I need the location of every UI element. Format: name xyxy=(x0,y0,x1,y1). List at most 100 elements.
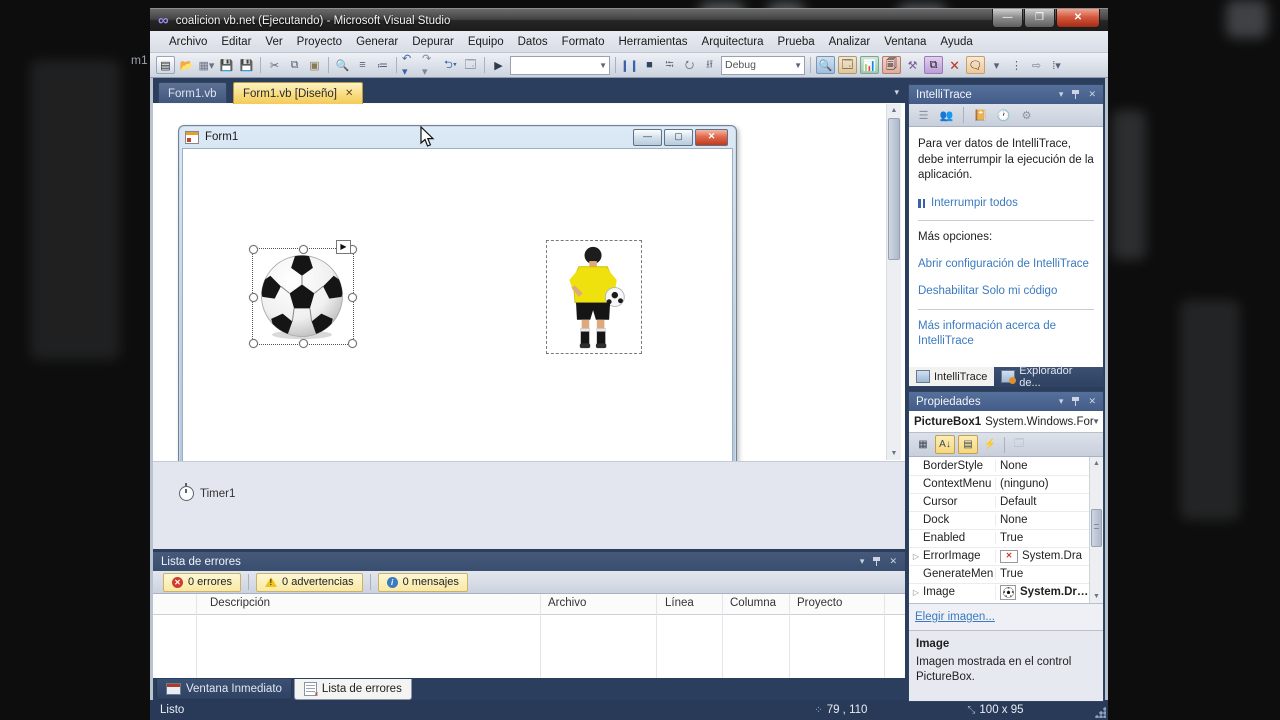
scrollbar-thumb[interactable] xyxy=(888,118,900,260)
scroll-down-icon[interactable]: ▼ xyxy=(1090,590,1103,603)
clock-icon[interactable]: 🕐 xyxy=(995,107,1012,123)
navigate-back-icon[interactable]: ⮌▾ xyxy=(442,57,459,73)
minimize-button[interactable]: — xyxy=(992,9,1023,28)
close-tab-icon[interactable]: ✕ xyxy=(345,88,353,99)
property-row-borderstyle[interactable]: BorderStyle None xyxy=(909,457,1103,476)
timer1-component[interactable]: Timer1 xyxy=(179,483,235,501)
debug-target-combo[interactable]: Debug ▼ xyxy=(721,55,805,75)
object-selector-combo[interactable]: PictureBox1 System.Windows.For ▼ xyxy=(909,411,1103,433)
property-row-contextmenu[interactable]: ContextMenu (ninguno) xyxy=(909,475,1103,494)
menu-ventana[interactable]: Ventana xyxy=(877,33,933,51)
menu-proyecto[interactable]: Proyecto xyxy=(290,33,349,51)
undo-icon[interactable]: ↶ ▾ xyxy=(402,53,419,78)
resize-handle-n[interactable] xyxy=(299,245,308,254)
step-over-icon[interactable]: ⭮ xyxy=(681,57,698,73)
save-all-icon[interactable]: 💾 xyxy=(238,57,255,73)
tab-form1-vb-diseno[interactable]: Form1.vb [Diseño] ✕ xyxy=(233,82,364,104)
choose-image-link[interactable]: Elegir imagen... xyxy=(915,611,995,623)
panel-close-icon[interactable]: ✕ xyxy=(1088,89,1096,100)
format-arrow-icon[interactable]: ⇨ xyxy=(1028,57,1045,73)
save-icon[interactable]: 💾 xyxy=(218,57,235,73)
form1-titlebar[interactable]: Form1 — ▢ ✕ xyxy=(179,126,736,148)
new-project-icon[interactable]: ▤ xyxy=(156,56,175,74)
column-descripcion[interactable]: Descripción xyxy=(210,597,270,609)
error-list-icon[interactable]: 🗙 xyxy=(946,57,963,73)
toolbox-icon[interactable]: 🗐 xyxy=(882,56,901,74)
error-list-grid[interactable]: Descripción Archivo Línea Columna Proyec… xyxy=(153,594,905,678)
step-into-icon[interactable]: ⭾ xyxy=(661,57,678,73)
close-button[interactable]: ✕ xyxy=(1056,9,1100,28)
object-browser-icon[interactable]: 📊 xyxy=(860,56,879,74)
expand-icon[interactable]: ▷ xyxy=(909,552,923,561)
scroll-up-icon[interactable]: ▲ xyxy=(887,104,901,117)
events-icon[interactable]: ⚡ xyxy=(981,436,999,453)
column-archivo[interactable]: Archivo xyxy=(548,597,586,609)
solution-explorer-icon[interactable]: ⧉ xyxy=(924,56,943,74)
panel-menu-chevron-icon[interactable]: ▾ xyxy=(1059,89,1064,100)
expand-icon[interactable]: ▷ xyxy=(909,588,923,597)
menu-formato[interactable]: Formato xyxy=(555,33,612,51)
maximize-button[interactable]: ❐ xyxy=(1024,9,1055,28)
property-row-image[interactable]: ▷ Image System.Dr… xyxy=(909,583,1103,601)
component-tray[interactable]: Timer1 xyxy=(153,461,905,549)
resize-handle-s[interactable] xyxy=(299,339,308,348)
browse-icon[interactable]: 🗔 xyxy=(462,57,479,73)
property-row-errorimage[interactable]: ▷ ErrorImage ✕ System.Dra xyxy=(909,547,1103,566)
more-info-link[interactable]: Más información acerca de IntelliTrace xyxy=(918,320,1056,348)
open-file-icon[interactable]: 📂 xyxy=(178,57,195,73)
disable-just-my-code-link[interactable]: Deshabilitar Solo mi código xyxy=(918,285,1057,297)
immediate-window-icon[interactable]: 🗨 xyxy=(966,56,985,74)
properties-window-icon[interactable]: 🗔 xyxy=(838,56,857,74)
property-row-cursor[interactable]: Cursor Default xyxy=(909,493,1103,512)
open-intellitrace-settings-link[interactable]: Abrir configuración de IntelliTrace xyxy=(918,258,1089,270)
tab-lista-de-errores[interactable]: Lista de errores xyxy=(293,679,412,700)
tab-ventana-inmediato[interactable]: Ventana Inmediato xyxy=(156,679,292,700)
pin-icon[interactable] xyxy=(1072,397,1080,406)
tab-explorador-de-soluciones[interactable]: Explorador de... xyxy=(994,365,1103,389)
properties-titlebar[interactable]: Propiedades ▾ ✕ xyxy=(909,392,1103,411)
resize-handle-sw[interactable] xyxy=(249,339,258,348)
start-debug-icon[interactable]: ▶ xyxy=(490,57,507,73)
settings-box-icon[interactable]: ⚙ xyxy=(1018,107,1035,123)
form-maximize-button[interactable]: ▢ xyxy=(664,129,693,146)
solution-configurations-combo[interactable]: ▼ xyxy=(510,55,610,75)
tab-intellitrace[interactable]: IntelliTrace xyxy=(909,367,995,386)
property-row-dock[interactable]: Dock None xyxy=(909,511,1103,530)
comment-icon[interactable]: ≡ xyxy=(354,57,371,73)
categorized-view-icon[interactable]: ▦ xyxy=(914,436,932,453)
menu-herramientas[interactable]: Herramientas xyxy=(612,33,695,51)
tab-list-chevron-icon[interactable]: ▾ xyxy=(894,87,899,98)
resize-handle-se[interactable] xyxy=(348,339,357,348)
menu-generar[interactable]: Generar xyxy=(349,33,405,51)
panel-close-icon[interactable]: ✕ xyxy=(1088,396,1096,407)
error-list-titlebar[interactable]: Lista de errores ▾ ✕ xyxy=(153,552,905,571)
find-in-files-icon[interactable]: 🔍 xyxy=(816,56,835,74)
menu-depurar[interactable]: Depurar xyxy=(405,33,461,51)
pin-icon[interactable] xyxy=(1072,90,1080,99)
scroll-up-icon[interactable]: ▲ xyxy=(1090,457,1103,470)
panel-close-icon[interactable]: ✕ xyxy=(889,556,897,567)
calls-view-icon[interactable]: 👥 xyxy=(938,107,955,123)
resize-handle-nw[interactable] xyxy=(249,245,258,254)
menu-ver[interactable]: Ver xyxy=(258,33,289,51)
toolbar-overflow-icon[interactable]: ▾ xyxy=(988,57,1005,73)
stop-debug-icon[interactable]: ■ xyxy=(641,57,658,73)
warnings-filter-button[interactable]: 0 advertencias xyxy=(256,572,363,592)
pin-icon[interactable] xyxy=(873,557,881,566)
menu-prueba[interactable]: Prueba xyxy=(771,33,822,51)
column-proyecto[interactable]: Proyecto xyxy=(797,597,842,609)
picturebox2-player[interactable] xyxy=(546,240,642,354)
paste-icon[interactable]: ▣ xyxy=(306,57,323,73)
properties-view-icon[interactable]: ▤ xyxy=(958,435,978,454)
step-out-icon[interactable]: ⭿ xyxy=(701,57,718,73)
toolbar-options-icon[interactable]: ⋮ xyxy=(1008,57,1025,73)
menu-editar[interactable]: Editar xyxy=(214,33,258,51)
cut-icon[interactable]: ✂ xyxy=(266,57,283,73)
errors-filter-button[interactable]: ✕ 0 errores xyxy=(163,572,242,592)
resize-grip[interactable] xyxy=(1094,706,1106,718)
resize-handle-w[interactable] xyxy=(249,293,258,302)
property-row-generatemember[interactable]: GenerateMen True xyxy=(909,565,1103,584)
alphabetical-sort-icon[interactable]: A↓ xyxy=(935,435,955,454)
toolbar-overflow2-icon[interactable]: ⁞▾ xyxy=(1048,57,1065,73)
form-close-button[interactable]: ✕ xyxy=(695,129,728,146)
